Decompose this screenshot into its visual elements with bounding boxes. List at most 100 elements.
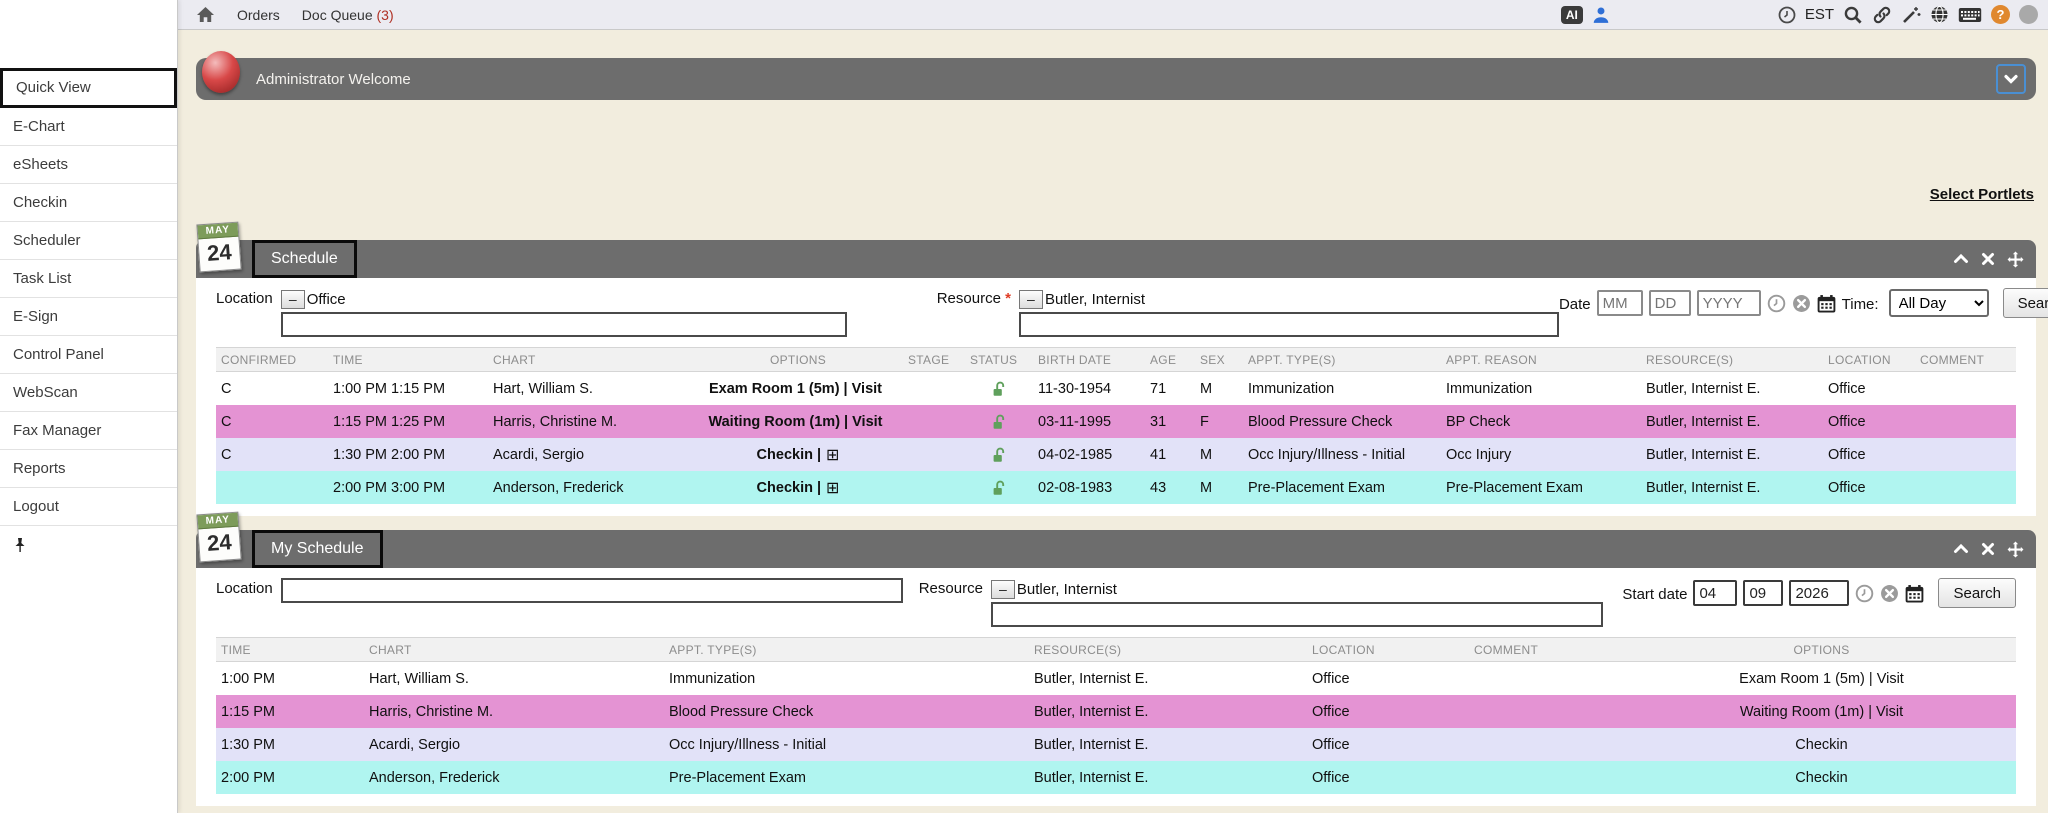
location-collapse-button[interactable]: – <box>281 290 305 309</box>
sidebar-item-task-list[interactable]: Task List <box>0 260 177 298</box>
options-cell[interactable]: Waiting Room (1m) | Visit <box>1627 695 2016 728</box>
checkin-link[interactable]: Checkin | <box>757 480 822 496</box>
sidebar-item-reports[interactable]: Reports <box>0 450 177 488</box>
calendar-picker-icon[interactable] <box>1817 294 1836 313</box>
chart-cell[interactable]: Anderson, Frederick <box>488 471 693 504</box>
col-options[interactable]: OPTIONS <box>1627 638 2016 661</box>
start-date-month-input[interactable] <box>1693 580 1737 606</box>
pin-icon[interactable] <box>13 537 27 553</box>
help-icon[interactable]: ? <box>1991 5 2010 24</box>
col-location[interactable]: LOCATION <box>1307 638 1469 661</box>
nav-doc-queue[interactable]: Doc Queue (3) <box>302 7 394 23</box>
clear-date-icon[interactable] <box>1880 584 1899 603</box>
options-cell[interactable]: Checkin <box>1627 728 2016 761</box>
table-row[interactable]: 1:30 PM Acardi, Sergio Occ Injury/Illnes… <box>216 728 2016 761</box>
col-appt-types[interactable]: APPT. TYPE(S) <box>1243 348 1441 371</box>
time-select[interactable]: All Day <box>1889 289 1989 317</box>
wand-icon[interactable] <box>1901 5 1921 25</box>
start-date-day-input[interactable] <box>1743 580 1783 606</box>
home-icon[interactable] <box>196 6 215 23</box>
date-month-input[interactable] <box>1597 290 1643 316</box>
date-day-input[interactable] <box>1649 290 1691 316</box>
options-cell[interactable]: Checkin |⊞ <box>693 471 903 504</box>
welcome-collapse-button[interactable] <box>1996 64 2026 94</box>
location-input[interactable] <box>281 578 903 603</box>
col-age[interactable]: AGE <box>1145 348 1195 371</box>
schedule-search-button[interactable]: Search <box>2003 288 2048 318</box>
expand-plus-icon[interactable]: ⊞ <box>826 478 839 498</box>
options-cell[interactable]: Waiting Room (1m) | Visit <box>693 405 903 438</box>
sidebar-item-quick-view[interactable]: Quick View <box>0 68 177 108</box>
options-cell[interactable]: Exam Room 1 (5m) | Visit <box>693 372 903 405</box>
close-portlet-icon[interactable] <box>1981 252 1995 266</box>
sidebar-item-logout[interactable]: Logout <box>0 488 177 526</box>
col-appt-types[interactable]: APPT. TYPE(S) <box>664 638 1029 661</box>
col-location[interactable]: LOCATION <box>1823 348 1915 371</box>
options-cell[interactable]: Exam Room 1 (5m) | Visit <box>1627 662 2016 695</box>
collapse-portlet-icon[interactable] <box>1953 252 1969 266</box>
resource-input[interactable] <box>991 602 1603 627</box>
time-picker-icon[interactable] <box>1767 294 1786 313</box>
sidebar-item-fax-manager[interactable]: Fax Manager <box>0 412 177 450</box>
table-row[interactable]: C 1:15 PM 1:25 PM Harris, Christine M. W… <box>216 405 2016 438</box>
close-portlet-icon[interactable] <box>1981 542 1995 556</box>
col-time[interactable]: TIME <box>328 348 488 371</box>
table-row[interactable]: 1:15 PM Harris, Christine M. Blood Press… <box>216 695 2016 728</box>
date-year-input[interactable] <box>1697 290 1761 316</box>
time-picker-icon[interactable] <box>1855 584 1874 603</box>
table-row[interactable]: 2:00 PM 3:00 PM Anderson, Frederick Chec… <box>216 471 2016 504</box>
col-comment[interactable]: COMMENT <box>1915 348 2016 371</box>
col-chart[interactable]: CHART <box>488 348 693 371</box>
nav-orders[interactable]: Orders <box>237 7 280 23</box>
link-icon[interactable] <box>1872 5 1892 25</box>
sidebar-item-e-sign[interactable]: E-Sign <box>0 298 177 336</box>
move-portlet-icon[interactable] <box>2007 541 2024 558</box>
start-date-year-input[interactable] <box>1789 580 1849 606</box>
calendar-picker-icon[interactable] <box>1905 584 1924 603</box>
options-link[interactable]: Waiting Room (1m) | Visit <box>708 414 882 430</box>
my-schedule-search-button[interactable]: Search <box>1938 578 2016 608</box>
table-row[interactable]: 1:00 PM Hart, William S. Immunization Bu… <box>216 662 2016 695</box>
table-row[interactable]: C 1:00 PM 1:15 PM Hart, William S. Exam … <box>216 372 2016 405</box>
sidebar-item-e-chart[interactable]: E-Chart <box>0 108 177 146</box>
col-comment[interactable]: COMMENT <box>1469 638 1627 661</box>
col-stage[interactable]: STAGE <box>903 348 965 371</box>
chart-cell[interactable]: Hart, William S. <box>488 372 693 405</box>
col-birth-date[interactable]: BIRTH DATE <box>1033 348 1145 371</box>
chart-cell[interactable]: Anderson, Frederick <box>364 761 664 794</box>
options-cell[interactable]: Checkin <box>1627 761 2016 794</box>
table-row[interactable]: C 1:30 PM 2:00 PM Acardi, Sergio Checkin… <box>216 438 2016 471</box>
col-time[interactable]: TIME <box>216 638 364 661</box>
checkin-link[interactable]: Checkin | <box>757 447 822 463</box>
expand-plus-icon[interactable]: ⊞ <box>826 445 839 465</box>
resource-input[interactable] <box>1019 312 1559 337</box>
move-portlet-icon[interactable] <box>2007 251 2024 268</box>
ai-badge[interactable]: AI <box>1561 6 1583 24</box>
options-cell[interactable]: Checkin |⊞ <box>693 438 903 471</box>
col-sex[interactable]: SEX <box>1195 348 1243 371</box>
col-confirmed[interactable]: CONFIRMED <box>216 348 328 371</box>
user-icon[interactable] <box>1592 6 1610 24</box>
options-link[interactable]: Exam Room 1 (5m) | Visit <box>709 381 882 397</box>
sidebar-item-checkin[interactable]: Checkin <box>0 184 177 222</box>
sidebar-item-control-panel[interactable]: Control Panel <box>0 336 177 374</box>
chart-cell[interactable]: Harris, Christine M. <box>488 405 693 438</box>
col-resources[interactable]: RESOURCE(S) <box>1641 348 1823 371</box>
select-portlets-link[interactable]: Select Portlets <box>1930 186 2034 203</box>
col-options[interactable]: OPTIONS <box>693 348 903 371</box>
col-appt-reason[interactable]: APPT. REASON <box>1441 348 1641 371</box>
table-row[interactable]: 2:00 PM Anderson, Frederick Pre-Placemen… <box>216 761 2016 794</box>
location-input[interactable] <box>281 312 847 337</box>
sidebar-item-webscan[interactable]: WebScan <box>0 374 177 412</box>
col-chart[interactable]: CHART <box>364 638 664 661</box>
clock-icon[interactable] <box>1778 6 1796 24</box>
collapse-portlet-icon[interactable] <box>1953 542 1969 556</box>
col-status[interactable]: STATUS <box>965 348 1033 371</box>
search-icon[interactable] <box>1843 5 1863 25</box>
clear-date-icon[interactable] <box>1792 294 1811 313</box>
chart-cell[interactable]: Acardi, Sergio <box>364 728 664 761</box>
sidebar-item-scheduler[interactable]: Scheduler <box>0 222 177 260</box>
resource-collapse-button[interactable]: – <box>1019 290 1043 309</box>
chart-cell[interactable]: Acardi, Sergio <box>488 438 693 471</box>
chart-cell[interactable]: Harris, Christine M. <box>364 695 664 728</box>
